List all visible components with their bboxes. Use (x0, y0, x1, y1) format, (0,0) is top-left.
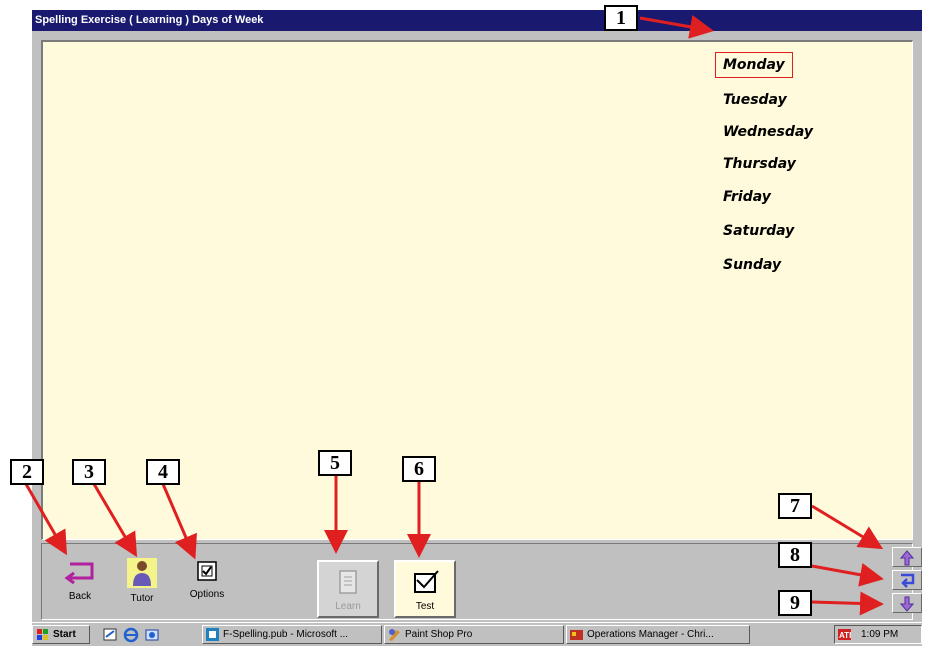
callout-1: 1 (604, 5, 638, 31)
learn-button[interactable]: Learn (317, 560, 379, 618)
task-label: Operations Manager - Chri... (587, 629, 714, 640)
return-icon (901, 573, 915, 588)
nav-up-button[interactable] (892, 547, 922, 567)
svg-text:ATI: ATI (839, 631, 851, 640)
clock[interactable]: 1:09 PM (855, 629, 898, 640)
ati-icon[interactable]: ATI (838, 628, 851, 641)
test-checkmark-icon (414, 570, 439, 593)
start-button[interactable]: Start (32, 625, 90, 644)
desktop-icon[interactable] (103, 628, 117, 641)
nav-return-button[interactable] (892, 570, 922, 590)
callout-9: 9 (778, 590, 812, 616)
tutor-person-icon (127, 558, 157, 588)
test-label: Test (415, 601, 435, 612)
word-item[interactable]: Thursday (723, 156, 796, 172)
arrow-up-icon (899, 550, 915, 566)
callout-6: 6 (402, 456, 436, 482)
back-label: Back (68, 591, 92, 602)
back-button[interactable]: Back (58, 560, 102, 602)
nav-down-button[interactable] (892, 593, 922, 613)
options-checkbox-icon (197, 561, 217, 581)
tutor-label: Tutor (130, 593, 154, 604)
options-label: Options (189, 589, 225, 600)
internet-explorer-icon[interactable] (123, 627, 139, 643)
word-item-selected[interactable]: Monday (715, 52, 793, 78)
callout-2: 2 (10, 459, 44, 485)
word-item[interactable]: Friday (723, 189, 771, 205)
outlook-express-icon[interactable] (145, 629, 159, 641)
arrow-down-icon (899, 596, 915, 612)
callout-4: 4 (146, 459, 180, 485)
word-item[interactable]: Wednesday (723, 124, 813, 140)
quick-launch (100, 626, 170, 644)
learn-book-icon (339, 570, 357, 594)
operations-manager-icon (570, 630, 583, 640)
test-button[interactable]: Test (394, 560, 456, 618)
task-button[interactable]: Operations Manager - Chri... (566, 625, 750, 644)
learn-label: Learn (335, 601, 361, 612)
callout-7: 7 (778, 493, 812, 519)
task-label: Paint Shop Pro (405, 629, 473, 640)
tutor-button[interactable]: Tutor (120, 556, 164, 604)
screenshot-stage: Spelling Exercise ( Learning ) Days of W… (0, 0, 925, 646)
task-button[interactable]: Paint Shop Pro (384, 625, 564, 644)
word-item[interactable]: Tuesday (723, 92, 787, 108)
publisher-icon (206, 628, 219, 641)
callout-3: 3 (72, 459, 106, 485)
app-window: Spelling Exercise ( Learning ) Days of W… (32, 10, 922, 622)
windows-logo-icon (37, 629, 48, 640)
options-button[interactable]: Options (182, 560, 232, 600)
word-item[interactable]: Saturday (723, 223, 794, 239)
back-arrow-icon (64, 562, 94, 585)
start-label: Start (53, 629, 76, 640)
callout-5: 5 (318, 450, 352, 476)
task-label: F-Spelling.pub - Microsoft ... (223, 629, 349, 640)
taskbar: Start F-Spelling.pub - Microsoft ... Pai… (32, 622, 922, 646)
task-button[interactable]: F-Spelling.pub - Microsoft ... (202, 625, 382, 644)
paint-shop-pro-icon (389, 629, 400, 641)
title-bar: Spelling Exercise ( Learning ) Days of W… (32, 10, 922, 31)
word-item[interactable]: Sunday (723, 257, 781, 273)
system-tray: ATI 1:09 PM (834, 625, 922, 644)
callout-8: 8 (778, 542, 812, 568)
